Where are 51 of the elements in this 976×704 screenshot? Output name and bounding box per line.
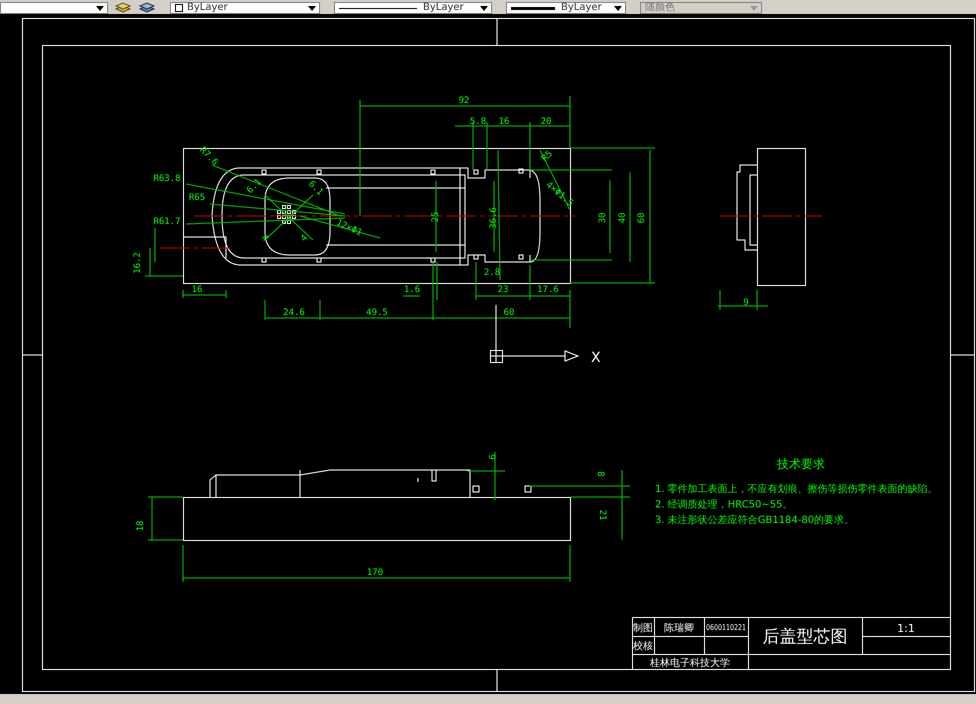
table-cell: 校核 (633, 641, 653, 652)
note-text: 3. 未注形状公差应符合GB1184-80的要求。 (655, 515, 854, 526)
note-text: 1. 零件加工表面上，不应有划痕、擦伤等损伤零件表面的缺陷。 (655, 484, 938, 495)
scale-value: 1:1 (897, 622, 915, 635)
dimension-label: 49.5 (366, 308, 388, 318)
dimension-label: 4 (299, 233, 310, 244)
dimension-label: 9 (743, 298, 749, 308)
dimension-label: 60 (637, 212, 647, 224)
dimension-label: 25 (431, 212, 441, 222)
ucs-axis-icon (490, 304, 580, 363)
notes-heading: 技术要求 (777, 457, 825, 471)
dimension-label: 40 (618, 212, 628, 224)
dimension-label: 30 (598, 212, 608, 224)
dimension-label: 6.1 (245, 177, 264, 196)
lineweight-dropdown[interactable]: ByLayer (506, 2, 626, 14)
table-cell: 陈瑞卿 (664, 623, 694, 634)
layers-icon[interactable] (138, 1, 156, 13)
dimension-label: R5 (540, 149, 555, 164)
dimension-label: 8 (595, 471, 605, 477)
dimension-label: 170 (366, 568, 384, 578)
dimension-label: 16 (498, 117, 510, 127)
dimension-label: 16 (192, 285, 202, 295)
dimension-label: 20 (540, 117, 552, 127)
dimension-label: 5.8 (470, 117, 486, 127)
dimension-label: 2.8 (484, 268, 500, 278)
drawing-title: 后盖型芯图 (762, 627, 848, 647)
dimension-label: 9 (486, 454, 496, 460)
table-cell: 0600110221 (706, 623, 757, 632)
dimension-label: 17.6 (537, 285, 559, 295)
table-cell: 制图 (633, 623, 653, 634)
dimension-label: 6.1 (306, 179, 325, 198)
dimension-label: 1.6 (404, 285, 420, 295)
axis-label: X (591, 350, 601, 366)
dimension-label: 16.2 (133, 252, 143, 274)
dimension-label: 92 (458, 96, 470, 106)
dimension-label: 36.6 (489, 207, 499, 229)
school-name: 桂林电子科技大学 (650, 658, 730, 669)
dimension-label: 18 (136, 520, 146, 532)
color-dropdown[interactable]: ByLayer (170, 2, 320, 14)
layers-icon[interactable] (114, 1, 132, 13)
dimension-label: R61.7 (153, 217, 181, 227)
dimension-label: R63.8 (153, 174, 181, 184)
dimension-label: 23 (498, 285, 508, 295)
dimension-label: 21 (597, 510, 607, 520)
layer-dropdown[interactable] (0, 2, 108, 14)
dimension-label: 24.6 (283, 308, 305, 318)
dimension-label: R65 (188, 193, 206, 203)
note-text: 2. 经调质处理，HRC50~55。 (655, 500, 792, 510)
dimension-label: 4 (258, 233, 270, 244)
dimension-label: 60 (504, 308, 514, 318)
linetype-dropdown[interactable]: ByLayer (334, 2, 492, 14)
